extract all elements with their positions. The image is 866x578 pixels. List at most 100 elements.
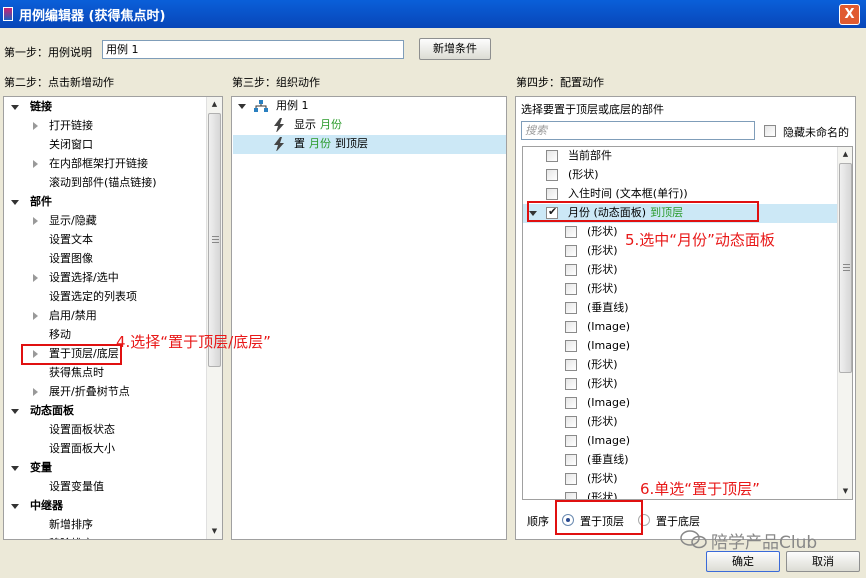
action-item[interactable]: 新增排序: [49, 516, 93, 534]
scroll-up-icon[interactable]: ▲: [207, 97, 222, 112]
action-item[interactable]: 关闭窗口: [49, 136, 93, 154]
add-condition-button[interactable]: 新增条件: [419, 38, 491, 60]
widget-row[interactable]: (形状): [523, 356, 837, 375]
action-item[interactable]: 设置面板状态: [49, 421, 115, 439]
widget-row[interactable]: (形状): [523, 280, 837, 299]
widget-checkbox[interactable]: [565, 245, 577, 257]
action-item[interactable]: 展开/折叠树节点: [49, 383, 130, 401]
hide-unnamed-checkbox[interactable]: [764, 125, 776, 137]
wechat-icon: [680, 530, 707, 549]
action-suffix: 到顶层: [335, 137, 368, 150]
collapse-case-icon[interactable]: [238, 104, 246, 109]
scroll-up-icon[interactable]: ▲: [838, 147, 852, 162]
action-category[interactable]: 变量: [30, 459, 52, 477]
widget-checkbox[interactable]: [565, 397, 577, 409]
expand-action-icon[interactable]: [33, 388, 38, 396]
scroll-thumb[interactable]: [839, 163, 852, 373]
scroll-down-icon[interactable]: ▼: [207, 524, 222, 539]
widget-checkbox[interactable]: [565, 226, 577, 238]
action-category[interactable]: 链接: [30, 98, 52, 116]
widget-checkbox[interactable]: [546, 169, 558, 181]
widget-search-input[interactable]: 搜索: [521, 121, 755, 140]
widget-label: (形状): [587, 280, 618, 298]
actions-tree-scrollbar[interactable]: ▲ ▼: [206, 97, 222, 539]
action-item[interactable]: 打开链接: [49, 117, 93, 135]
widget-row[interactable]: (形状): [523, 261, 837, 280]
cancel-button[interactable]: 取消: [786, 551, 860, 572]
widget-checkbox[interactable]: [565, 473, 577, 485]
widget-checkbox[interactable]: [565, 283, 577, 295]
widget-checkbox[interactable]: [546, 150, 558, 162]
action-item[interactable]: 设置面板大小: [49, 440, 115, 458]
collapse-category-icon[interactable]: [11, 105, 19, 110]
action-text: 置月份 到顶层: [294, 135, 368, 153]
action-item[interactable]: 显示/隐藏: [49, 212, 97, 230]
widget-label: (形状): [587, 261, 618, 279]
widget-row[interactable]: (Image): [523, 337, 837, 356]
action-category[interactable]: 部件: [30, 193, 52, 211]
case-label[interactable]: 用例 1: [276, 97, 309, 115]
action-category[interactable]: 动态面板: [30, 402, 74, 420]
collapse-category-icon[interactable]: [11, 200, 19, 205]
collapse-category-icon[interactable]: [11, 504, 19, 509]
lightning-icon: [274, 118, 284, 132]
action-item[interactable]: 移动: [49, 326, 71, 344]
action-verb: 置: [294, 137, 305, 150]
widget-row[interactable]: (Image): [523, 394, 837, 413]
widget-checkbox[interactable]: [565, 435, 577, 447]
widget-checkbox[interactable]: [565, 264, 577, 276]
scroll-thumb[interactable]: [208, 113, 221, 367]
widget-checkbox[interactable]: [565, 378, 577, 390]
expand-action-icon[interactable]: [33, 122, 38, 130]
collapse-category-icon[interactable]: [11, 466, 19, 471]
widget-checkbox[interactable]: [565, 321, 577, 333]
expand-action-icon[interactable]: [33, 217, 38, 225]
action-item[interactable]: 设置文本: [49, 231, 93, 249]
widget-row[interactable]: (Image): [523, 432, 837, 451]
action-item[interactable]: 获得焦点时: [49, 364, 104, 382]
expand-action-icon[interactable]: [33, 274, 38, 282]
highlight-radio-top: [555, 500, 643, 535]
annotation-step6: 6.单选“置于顶层”: [640, 480, 760, 498]
action-item[interactable]: 设置选定的列表项: [49, 288, 137, 306]
widget-checkbox[interactable]: [565, 359, 577, 371]
action-item[interactable]: 在内部框架打开链接: [49, 155, 148, 173]
expand-action-icon[interactable]: [33, 312, 38, 320]
action-row[interactable]: 置月份 到顶层: [233, 135, 506, 154]
action-item[interactable]: 设置图像: [49, 250, 93, 268]
widget-name: (形状): [568, 168, 599, 181]
widget-tree-scrollbar[interactable]: ▲ ▼: [837, 147, 852, 499]
order-label: 顺序: [527, 515, 549, 528]
widget-row[interactable]: (垂直线): [523, 299, 837, 318]
step2-label: 第二步：点击新增动作: [4, 76, 114, 89]
collapse-category-icon[interactable]: [11, 409, 19, 414]
widget-checkbox[interactable]: [565, 340, 577, 352]
widget-row[interactable]: (垂直线): [523, 451, 837, 470]
widget-row[interactable]: (Image): [523, 318, 837, 337]
expand-action-icon[interactable]: [33, 160, 38, 168]
widget-checkbox[interactable]: [565, 454, 577, 466]
action-item[interactable]: 启用/禁用: [49, 307, 97, 325]
widget-checkbox[interactable]: [546, 188, 558, 200]
widget-label: (Image): [587, 337, 630, 355]
widget-row[interactable]: (形状): [523, 375, 837, 394]
case-name-input[interactable]: 用例 1: [102, 40, 404, 59]
action-item[interactable]: 移除排序: [49, 535, 93, 539]
widget-row[interactable]: (形状): [523, 413, 837, 432]
widget-row[interactable]: (形状): [523, 166, 837, 185]
action-category[interactable]: 中继器: [30, 497, 63, 515]
action-row[interactable]: 显示 月份: [233, 116, 506, 135]
close-button[interactable]: X: [839, 4, 860, 25]
title-bar: 用例编辑器 (获得焦点时) X: [0, 0, 866, 28]
widget-tree: 当前部件 (形状) 入住时间 (文本框(单行)) ✔ 月份 (动态面板) 到顶层 (形状)(…: [522, 146, 853, 500]
widget-checkbox[interactable]: [565, 302, 577, 314]
action-item[interactable]: 滚动到部件(锚点链接): [49, 174, 157, 192]
scroll-down-icon[interactable]: ▼: [838, 484, 852, 499]
ok-button[interactable]: 确定: [706, 551, 780, 572]
action-item[interactable]: 设置选择/选中: [49, 269, 119, 287]
widget-checkbox[interactable]: [565, 492, 577, 499]
widget-row[interactable]: 当前部件: [523, 147, 837, 166]
action-item[interactable]: 设置变量值: [49, 478, 104, 496]
widget-checkbox[interactable]: [565, 416, 577, 428]
widget-name: (形状): [587, 244, 618, 257]
